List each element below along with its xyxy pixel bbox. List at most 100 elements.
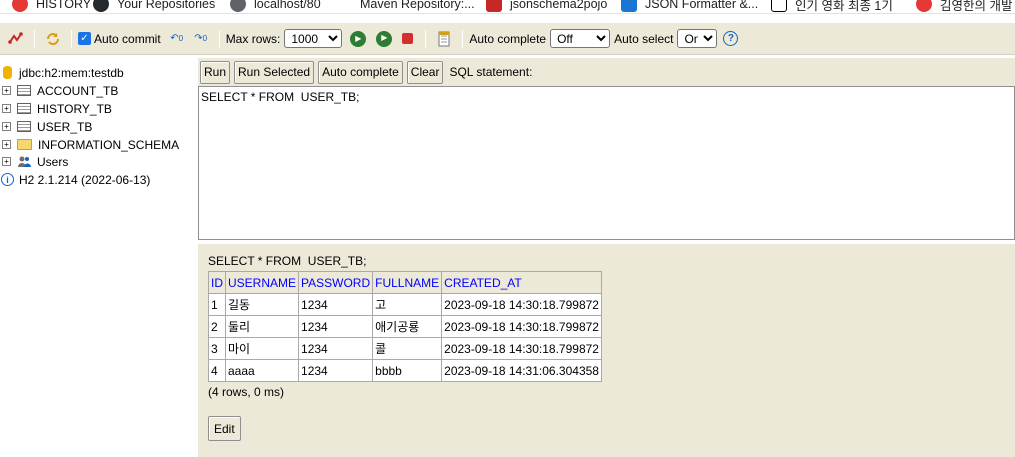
table-icon [17, 103, 31, 114]
refresh-icon[interactable] [44, 30, 62, 48]
result-query: SELECT * FROM USER_TB; [208, 254, 367, 268]
toolbar-separator [34, 29, 35, 48]
bookmark-movie[interactable]: 인기 영화 최종 1기 [771, 0, 893, 13]
max-rows-select[interactable]: 1000 [284, 29, 343, 48]
table-cell: 콜 [372, 337, 443, 360]
table-row: 2 둘리 1234 애기공룡 2023-09-18 14:30:18.79987… [208, 315, 602, 338]
table-cell: 길동 [224, 293, 300, 316]
toolbar-separator [71, 29, 72, 48]
tree-item-information-schema[interactable]: + INFORMATION_SCHEMA [0, 136, 179, 153]
table-cell: 2023-09-18 14:30:18.799872 [441, 315, 602, 338]
users-icon [17, 155, 31, 168]
help-icon[interactable]: ? [723, 31, 739, 46]
table-cell: 1234 [298, 337, 374, 360]
expand-icon[interactable]: + [2, 122, 11, 131]
bookmark-your-repositories[interactable]: Your Repositories [93, 0, 215, 13]
table-cell: 애기공룡 [372, 315, 443, 338]
table-cell: 3 [208, 337, 226, 360]
edit-button[interactable]: Edit [208, 416, 241, 441]
column-header-username[interactable]: USERNAME [224, 271, 300, 294]
tree-item-users[interactable]: + Users [0, 153, 68, 170]
folder-icon [17, 139, 32, 150]
tree-item-user-tb[interactable]: + USER_TB [0, 118, 92, 135]
toolbar-separator [462, 29, 464, 48]
table-icon [17, 85, 31, 96]
bookmark-jsonschema2pojo[interactable]: jsonschema2pojo [486, 0, 607, 13]
table-cell: 2 [208, 315, 226, 338]
globe-icon [230, 0, 246, 12]
tree-version: i H2 2.1.214 (2022-06-13) [0, 171, 150, 188]
run-button[interactable]: Run [200, 60, 231, 84]
tree-item-history-tb[interactable]: + HISTORY_TB [0, 100, 112, 117]
table-cell: 1234 [298, 315, 374, 338]
table-cell: 둘리 [224, 315, 300, 338]
max-rows-label: Max rows: [225, 31, 281, 46]
rollback-icon[interactable]: ↶ 0 [168, 30, 186, 48]
table-row: 1 길동 1234 고 2023-09-18 14:30:18.799872 [208, 293, 602, 316]
auto-complete-button[interactable]: Auto complete [318, 60, 403, 84]
json-icon [486, 0, 502, 12]
result-table: ID USERNAME PASSWORD FULLNAME CREATED_AT… [208, 271, 602, 382]
row-count: (4 rows, 0 ms) [208, 385, 285, 399]
expand-icon[interactable]: + [2, 104, 11, 113]
red-circle-icon [12, 0, 28, 12]
table-cell: 2023-09-18 14:31:06.304358 [441, 359, 602, 382]
table-row: 3 마이 1234 콜 2023-09-18 14:30:18.799872 [208, 337, 602, 360]
expand-icon[interactable]: + [2, 86, 11, 95]
run-selected-button[interactable]: Run Selected [234, 60, 315, 84]
table-icon [17, 121, 31, 132]
bookmark-json-formatter[interactable]: JSON Formatter &... [621, 0, 758, 13]
clear-button[interactable]: Clear [406, 60, 444, 84]
run-icon[interactable]: ▶ [350, 30, 367, 47]
database-icon [3, 66, 12, 79]
auto-complete-select[interactable]: Off [550, 29, 611, 48]
auto-select-select[interactable]: On [677, 29, 718, 48]
history-icon[interactable] [435, 30, 453, 48]
bookmarks-bar: HISTORY Your Repositories localhost/80 M… [0, 0, 1015, 14]
table-cell: 1234 [298, 293, 374, 316]
table-row: 4 aaaa 1234 bbbb 2023-09-18 14:31:06.304… [208, 359, 602, 382]
info-icon: i [1, 173, 14, 186]
bookmark-history[interactable]: HISTORY [12, 0, 91, 13]
table-cell: bbbb [372, 359, 443, 382]
run-selected-icon[interactable]: ▶ [376, 30, 393, 47]
sql-statement-label: SQL statement: [449, 65, 533, 79]
column-header-created-at[interactable]: CREATED_AT [441, 271, 602, 294]
tree-item-account-tb[interactable]: + ACCOUNT_TB [0, 82, 118, 99]
bookmark-dev[interactable]: 김영한의 개발 [916, 0, 1012, 13]
expand-icon[interactable]: + [2, 157, 11, 166]
auto-complete-label: Auto complete [469, 31, 547, 46]
checkmark-icon[interactable]: ✓ [78, 32, 91, 45]
table-header-row: ID USERNAME PASSWORD FULLNAME CREATED_AT [208, 271, 602, 294]
github-icon [93, 0, 109, 12]
stop-icon[interactable] [402, 33, 414, 44]
commit-icon[interactable]: ↷ 0 [192, 30, 210, 48]
column-header-id[interactable]: ID [208, 271, 226, 294]
notion-icon [771, 0, 787, 12]
table-cell: 1 [208, 293, 226, 316]
disconnect-icon[interactable] [7, 30, 25, 48]
bookmark-maven[interactable]: Maven Repository:... [336, 0, 475, 13]
bookmark-localhost[interactable]: localhost/80 [230, 0, 321, 13]
auto-commit-toggle[interactable]: ✓ Auto commit [78, 32, 165, 46]
maven-icon [336, 0, 352, 12]
checkmark-icon [621, 0, 637, 12]
table-cell: 2023-09-18 14:30:18.799872 [441, 337, 602, 360]
sql-editor[interactable]: SELECT * FROM USER_TB; [198, 86, 1015, 240]
result-panel: SELECT * FROM USER_TB; ID USERNAME PASSW… [198, 244, 1015, 457]
table-cell: aaaa [224, 359, 300, 382]
expand-icon[interactable]: + [2, 140, 11, 149]
toolbar-separator [425, 29, 427, 48]
table-cell: 4 [208, 359, 226, 382]
column-header-fullname[interactable]: FULLNAME [372, 271, 443, 294]
table-cell: 1234 [298, 359, 374, 382]
toolbar-separator [218, 29, 220, 48]
table-cell: 고 [372, 293, 443, 316]
schema-tree: jdbc:h2:mem:testdb + ACCOUNT_TB + HISTOR… [0, 62, 195, 457]
tree-connection[interactable]: jdbc:h2:mem:testdb [0, 64, 124, 81]
table-cell: 2023-09-18 14:30:18.799872 [441, 293, 602, 316]
auto-select-label: Auto select [614, 31, 674, 46]
toolbar: ✓ Auto commit ↶ 0 ↷ 0 Max rows: 1000 ▶ ▶ A… [0, 23, 1015, 55]
column-header-password[interactable]: PASSWORD [298, 271, 374, 294]
red-circle-icon [916, 0, 932, 12]
